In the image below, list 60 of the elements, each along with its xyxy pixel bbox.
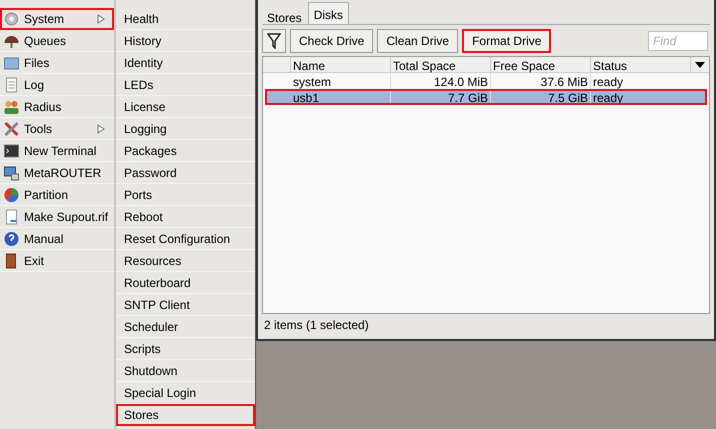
people-icon (3, 98, 20, 114)
menu-item[interactable]: System (0, 8, 114, 30)
menu-item[interactable]: Exit (0, 250, 114, 272)
submenu-item[interactable]: Stores (116, 404, 255, 426)
gear-icon (3, 10, 20, 26)
dropdown-arrow-icon[interactable] (695, 62, 705, 68)
table-cell: 7.7 GiB (391, 89, 491, 105)
menu-item[interactable]: Radius (0, 96, 114, 118)
column-header[interactable]: Name (291, 57, 391, 72)
column-header[interactable]: Free Space (491, 57, 591, 72)
tab[interactable]: Stores (262, 6, 307, 24)
tab[interactable]: Disks (308, 2, 350, 24)
submenu-item[interactable]: Password (116, 162, 255, 184)
submenu-item[interactable]: Scripts (116, 338, 255, 360)
find-field[interactable]: Find (648, 30, 708, 50)
submenu-item[interactable]: Reboot (116, 206, 255, 228)
table-cell: usb1 (291, 89, 391, 105)
filter-button[interactable] (262, 28, 286, 52)
submenu-item[interactable]: Shutdown (116, 360, 255, 382)
menu-item[interactable]: Tools (0, 118, 114, 140)
submenu-item[interactable]: Resources (116, 250, 255, 272)
file-icon (3, 208, 20, 224)
submenu-item[interactable]: Special Login (116, 382, 255, 404)
table-row[interactable]: usb1 7.7 GiB 7.5 GiB ready (265, 89, 707, 105)
document-icon (3, 76, 20, 92)
submenu-item[interactable]: Reset Configuration (116, 228, 255, 250)
tools-icon (3, 120, 20, 136)
toolbar-button[interactable]: Clean Drive (377, 28, 458, 52)
menu-item[interactable]: Manual (0, 228, 114, 250)
submenu-item[interactable]: Packages (116, 140, 255, 162)
menu-item[interactable]: New Terminal (0, 140, 114, 162)
menu-item[interactable]: Log (0, 74, 114, 96)
table-cell: 7.5 GiB (491, 89, 591, 105)
terminal-icon (3, 142, 20, 158)
submenu-item[interactable]: Routerboard (116, 272, 255, 294)
submenu-item[interactable]: SNTP Client (116, 294, 255, 316)
submenu-item[interactable]: Scheduler (116, 316, 255, 338)
pie-chart-icon (3, 186, 20, 202)
filter-icon (267, 32, 281, 48)
table-cell-text: ready (592, 90, 624, 105)
status-text: 2 items (1 selected) (263, 317, 370, 334)
column-header[interactable]: Status (591, 57, 691, 72)
submenu-item[interactable]: Health (116, 8, 255, 30)
menu-item[interactable]: MetaROUTER (0, 162, 114, 184)
submenu-item[interactable]: Identity (116, 52, 255, 74)
menu-item[interactable]: Partition (0, 184, 114, 206)
column-header[interactable]: Total Space (391, 57, 491, 72)
submenu-item[interactable]: License (116, 96, 255, 118)
help-icon (3, 230, 20, 246)
table-cell-text: ready (592, 74, 624, 89)
submenu-item[interactable]: Ports (116, 184, 255, 206)
menu-item[interactable]: Files (0, 52, 114, 74)
toolbar-button[interactable]: Check Drive (290, 28, 374, 52)
submenu-item[interactable]: Logging (116, 118, 255, 140)
submenu-item[interactable]: History (116, 30, 255, 52)
toolbar-button[interactable]: Format Drive (462, 28, 552, 52)
monitor-icon (3, 164, 20, 180)
folder-icon (3, 54, 20, 70)
submenu-item[interactable]: LEDs (116, 74, 255, 96)
menu-item[interactable]: Make Supout.rif (0, 206, 114, 228)
